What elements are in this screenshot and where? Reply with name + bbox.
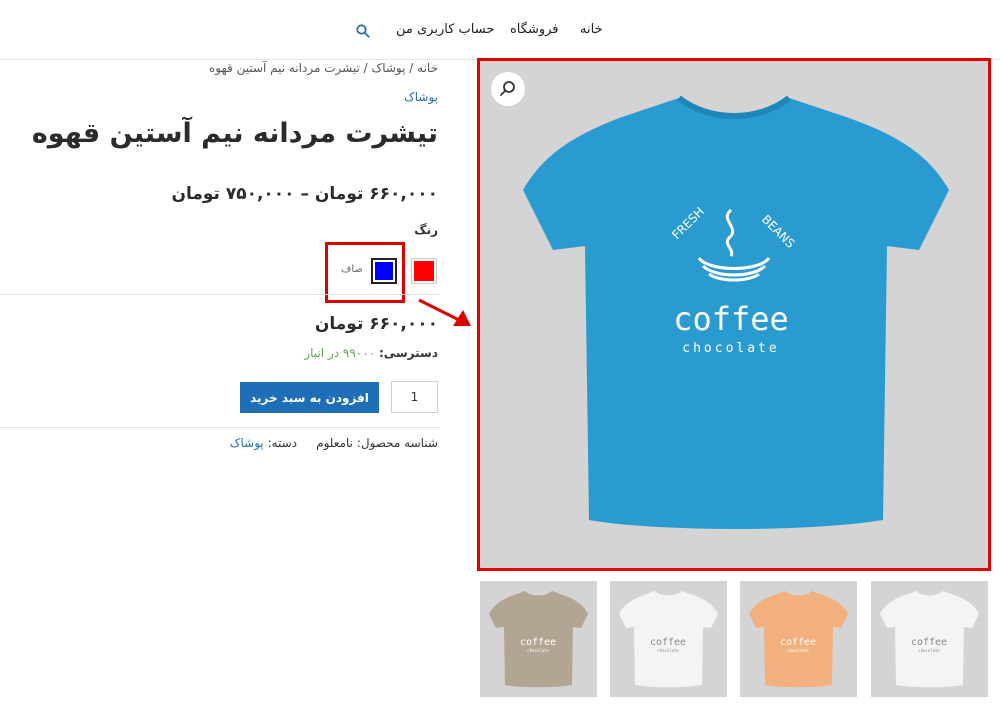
- product-meta: شناسه محصول: نامعلوم دسته: پوشاک: [230, 436, 438, 450]
- nav-home-link[interactable]: خانه: [580, 22, 603, 37]
- category-meta-label: دسته:: [267, 436, 298, 450]
- image-highlight-box: [477, 58, 991, 571]
- price-range: ۶۶۰,۰۰۰ تومان – ۷۵۰,۰۰۰ تومان: [171, 184, 438, 204]
- product-title: تیشرت مردانه نیم آستین قهوه: [31, 118, 438, 149]
- thumb-logo-chocolate: chocolate: [657, 648, 679, 653]
- thumbnail-image[interactable]: coffee chocolate: [871, 581, 988, 697]
- breadcrumb[interactable]: خانه / پوشاک / تیشرت مردانه نیم آستین قه…: [209, 61, 438, 75]
- thumbnail-image[interactable]: coffee chocolate: [740, 581, 857, 697]
- tshirt-thumbnail: coffee chocolate: [619, 591, 718, 688]
- sku-label: شناسه محصول:: [356, 436, 438, 450]
- nav-shop-link[interactable]: فروشگاه: [510, 22, 559, 37]
- availability-value: ۹۹۰۰۰ در انبار: [304, 346, 376, 360]
- add-to-cart-button[interactable]: افزودن به سبد خرید: [240, 382, 379, 413]
- swatch-fill-red: [414, 261, 434, 281]
- divider: [0, 427, 440, 428]
- divider: [0, 294, 440, 295]
- zoom-icon: [500, 81, 515, 96]
- thumbnail-image[interactable]: coffee chocolate: [480, 581, 597, 697]
- zoom-button[interactable]: [491, 72, 525, 106]
- search-icon[interactable]: [356, 24, 370, 38]
- availability-label: دسترسی:: [378, 346, 438, 360]
- tshirt-thumbnail: coffee chocolate: [749, 591, 848, 688]
- thumb-logo-chocolate: chocolate: [527, 648, 549, 653]
- tshirt-thumbnail: coffee chocolate: [489, 591, 588, 688]
- color-swatch-red[interactable]: [411, 258, 437, 284]
- category-meta-link[interactable]: پوشاک: [230, 436, 264, 450]
- thumbnail-image[interactable]: coffee chocolate: [610, 581, 727, 697]
- thumb-logo-coffee: coffee: [911, 637, 947, 648]
- tshirt-thumbnail: coffee chocolate: [880, 591, 979, 688]
- thumb-logo-coffee: coffee: [780, 637, 816, 648]
- sku-value: نامعلوم: [316, 436, 353, 450]
- thumb-logo-chocolate: chocolate: [787, 648, 809, 653]
- thumb-logo-coffee: coffee: [520, 637, 556, 648]
- variation-price: ۶۶۰,۰۰۰ تومان: [314, 314, 438, 334]
- availability: دسترسی: ۹۹۰۰۰ در انبار: [304, 346, 438, 360]
- nav-account-link[interactable]: حساب کاربری من: [396, 22, 494, 37]
- top-nav: خانه فروشگاه حساب کاربری من: [0, 0, 1000, 60]
- thumb-logo-coffee: coffee: [650, 637, 686, 648]
- color-label: رنگ: [414, 223, 438, 237]
- thumb-logo-chocolate: chocolate: [918, 648, 940, 653]
- category-link[interactable]: پوشاک: [404, 90, 438, 104]
- quantity-input[interactable]: [391, 381, 438, 413]
